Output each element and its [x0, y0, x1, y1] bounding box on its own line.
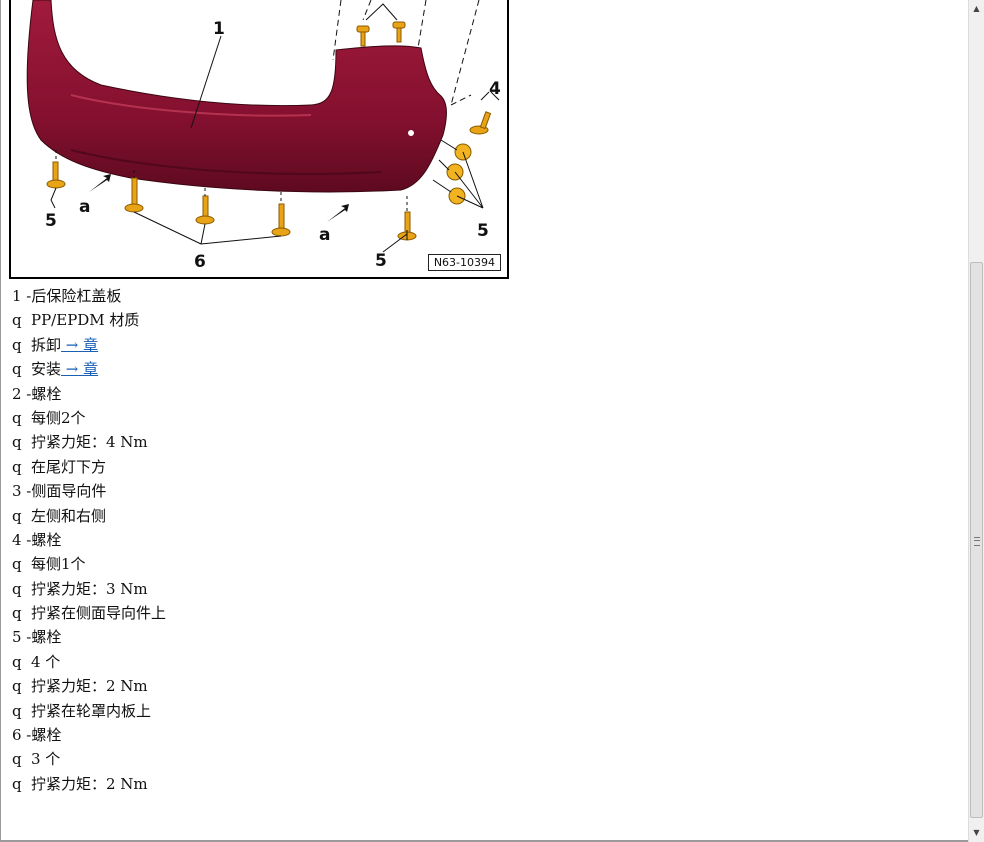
callout-5-bottom: 5 [375, 251, 387, 271]
callout-a-left: a [79, 197, 90, 217]
parts-list: 1 - 后保险杠盖板 q PP/EPDM 材质 q 拆卸 → 章 q 安装 → 章 2 - 螺… [12, 285, 912, 797]
part-number: 5 - [12, 628, 32, 647]
part-detail: q 拆卸 → 章 [12, 334, 912, 358]
part-heading: 2 - 螺栓 [12, 383, 912, 407]
line-text: 左侧和右侧 [31, 506, 107, 525]
callout-a-right: a [319, 225, 330, 245]
part-number: 1 - [12, 287, 32, 305]
line-text: 4 个 [31, 652, 61, 671]
part-detail: q 在尾灯下方 [12, 456, 912, 480]
part-detail: q 拧紧力矩：2 Nm [12, 773, 912, 797]
part-heading: 4 - 螺栓 [12, 529, 912, 553]
bullet-marker: q [12, 604, 22, 623]
line-text: 3 个 [31, 750, 61, 769]
part-heading: 5 - 螺栓 [12, 626, 912, 650]
line-text: 后保险杠盖板 [31, 287, 122, 305]
part-heading: 6 - 螺栓 [12, 724, 912, 748]
bullet-marker: q [12, 457, 22, 476]
part-detail: q 3 个 [12, 748, 912, 772]
line-text: 在尾灯下方 [31, 457, 107, 476]
line-text: 安装 [31, 360, 62, 379]
bullet-marker: q [12, 579, 22, 598]
grip-icon [974, 537, 980, 546]
line-text: 每侧2个 [31, 408, 86, 427]
line-text: 每侧1个 [31, 555, 86, 574]
document-viewport: 1 4 5 5 5 6 a a N63-10394 1 - 后保险杠盖板 q PP/… [0, 0, 968, 840]
callout-1: 1 [213, 19, 225, 39]
bullet-marker: q [12, 555, 22, 574]
bullet-marker: q [12, 506, 22, 525]
bullet-marker: q [12, 408, 22, 427]
line-text: 拧紧力矩：2 Nm [31, 774, 148, 793]
part-number: 2 - [12, 384, 32, 403]
scroll-up-arrow-icon[interactable]: ▲ [969, 2, 984, 16]
part-detail: q 每侧2个 [12, 407, 912, 431]
part-detail: q 每侧1个 [12, 553, 912, 577]
part-detail: q 拧紧在侧面导向件上 [12, 602, 912, 626]
part-heading: 3 - 侧面导向件 [12, 480, 912, 504]
bullet-marker: q [12, 652, 22, 671]
line-text: 拆卸 [31, 335, 62, 354]
line-text: 拧紧在轮罩内板上 [31, 701, 152, 720]
bumper-illustration: 1 4 5 5 5 6 a a [26, 0, 501, 272]
callout-6: 6 [194, 252, 206, 272]
bullet-marker: q [12, 311, 22, 330]
part-detail: q 拧紧力矩：2 Nm [12, 675, 912, 699]
part-number: 6 - [12, 726, 32, 745]
chapter-link[interactable]: → 章 [61, 360, 98, 378]
part-detail: q 安装 → 章 [12, 358, 912, 382]
part-number: 4 - [12, 530, 32, 549]
line-text: 拧紧力矩：2 Nm [31, 677, 148, 696]
bullet-marker: q [12, 677, 22, 696]
part-detail: q 拧紧力矩：4 Nm [12, 431, 912, 455]
scroll-down-arrow-icon[interactable]: ▼ [969, 826, 984, 840]
scrollbar-thumb[interactable] [970, 262, 983, 818]
bullet-marker: q [12, 360, 22, 379]
callout-4: 4 [489, 79, 501, 99]
line-text: 拧紧在侧面导向件上 [31, 604, 167, 623]
part-detail: q 左侧和右侧 [12, 505, 912, 529]
line-text: PP/EPDM 材质 [31, 311, 140, 330]
line-text: 拧紧力矩：4 Nm [31, 433, 148, 452]
line-text: 拧紧力矩：3 Nm [31, 579, 148, 598]
part-detail: q 拧紧在轮罩内板上 [12, 700, 912, 724]
figure-reference-code: N63-10394 [427, 254, 501, 271]
part-detail: q 拧紧力矩：3 Nm [12, 578, 912, 602]
part-heading: 1 - 后保险杠盖板 [12, 285, 912, 309]
part-detail: q 4 个 [12, 651, 912, 675]
line-text: 螺栓 [31, 384, 62, 403]
exploded-view-figure: 1 4 5 5 5 6 a a N63-10394 [9, 0, 509, 279]
part-detail: q PP/EPDM 材质 [12, 309, 912, 333]
bullet-marker: q [12, 335, 22, 354]
line-text: 螺栓 [31, 530, 62, 549]
chapter-link[interactable]: → 章 [61, 336, 98, 354]
line-text: 侧面导向件 [31, 482, 107, 501]
callout-5-left: 5 [45, 211, 57, 231]
bullet-marker: q [12, 701, 22, 720]
part-number: 3 - [12, 482, 32, 501]
line-text: 螺栓 [31, 628, 62, 647]
vertical-scrollbar[interactable]: ▲ ▼ [968, 0, 984, 842]
bullet-marker: q [12, 433, 22, 452]
bullet-marker: q [12, 774, 22, 793]
callout-5-right: 5 [477, 221, 489, 241]
bullet-marker: q [12, 750, 22, 769]
line-text: 螺栓 [31, 726, 62, 745]
